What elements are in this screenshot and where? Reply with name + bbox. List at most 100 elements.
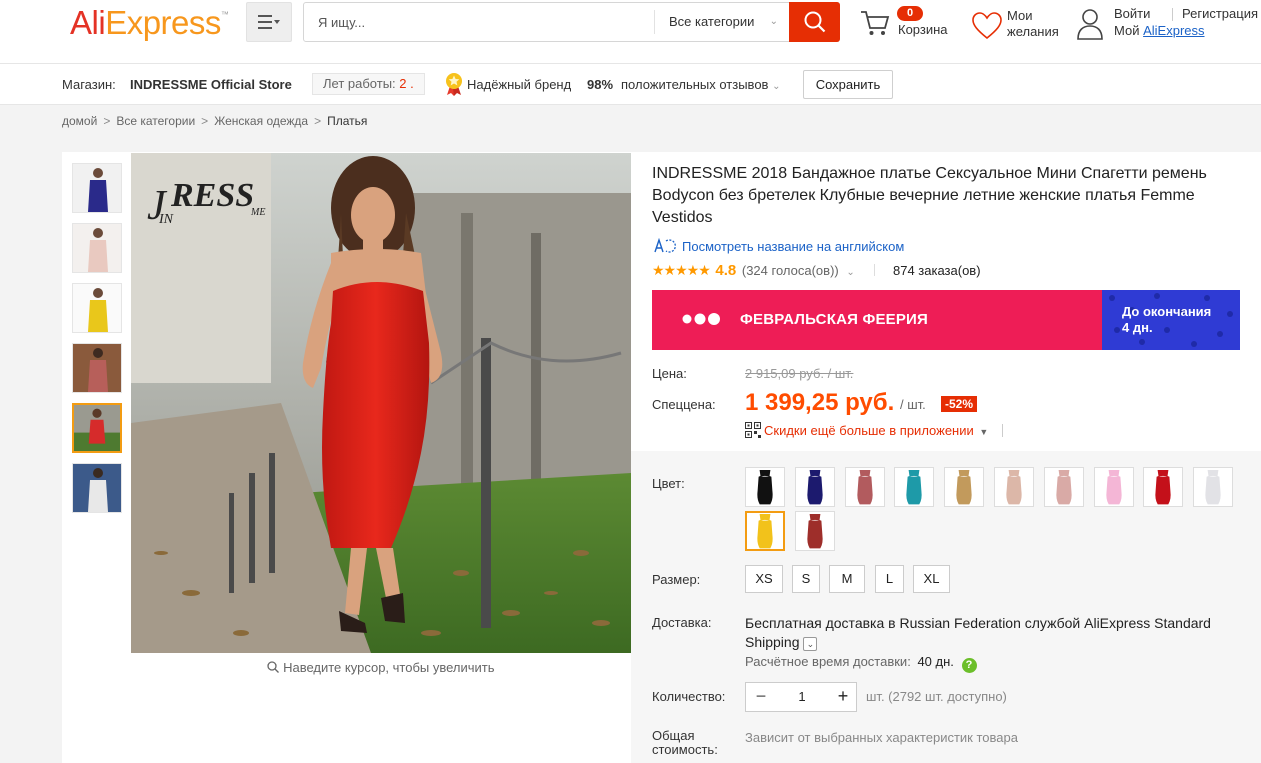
app-discount-link[interactable]: Скидки ещё больше в приложении ▼	[745, 422, 1003, 438]
breadcrumb-separator: >	[201, 114, 209, 128]
store-name-link[interactable]: INDRESSME Official Store	[130, 77, 292, 92]
size-option[interactable]: XL	[913, 565, 950, 593]
gallery-thumbnail[interactable]	[72, 283, 122, 333]
dress-swatch-icon	[1155, 469, 1172, 505]
size-option-label: M	[841, 571, 853, 586]
qr-code-icon	[745, 422, 761, 438]
breadcrumb-home[interactable]: домой	[62, 114, 97, 128]
rating-row: ★★★★★ 4.8 (324 голоса(ов)) ⌄ 874 заказа(…	[652, 262, 981, 280]
dress-swatch-icon	[956, 469, 972, 505]
logo-tm: ™	[220, 10, 229, 19]
color-swatch[interactable]	[894, 467, 935, 507]
total-cost-note: Зависит от выбранных характеристик товар…	[745, 730, 1018, 745]
color-swatch[interactable]	[844, 467, 885, 507]
quantity-input[interactable]: 1	[776, 683, 828, 711]
quantity-decrease-button[interactable]: −	[746, 683, 776, 711]
register-link[interactable]: Регистрация	[1182, 6, 1258, 21]
positive-feedback-dropdown[interactable]: положительных отзывов ⌄	[621, 77, 780, 92]
price-per-unit: / шт.	[900, 397, 926, 412]
rating-votes-link[interactable]: (324 голоса(ов))	[742, 263, 839, 278]
color-swatch[interactable]	[944, 467, 985, 507]
dress-swatch-icon	[807, 513, 823, 549]
cart-label: Корзина	[898, 22, 948, 37]
trusted-brand-label: Надёжный бренд	[467, 77, 572, 92]
app-discount-label: Скидки ещё больше в приложении	[764, 423, 974, 438]
heart-icon	[972, 12, 1002, 40]
color-swatch[interactable]	[1143, 467, 1184, 507]
thumbnail-image	[73, 164, 121, 212]
user-icon	[1077, 9, 1103, 40]
shipping-options-dropdown-icon[interactable]: ⌄	[803, 637, 818, 651]
rating-divider	[874, 264, 876, 276]
breadcrumb-womens-clothing[interactable]: Женская одежда	[214, 114, 308, 128]
my-aliexpress-link[interactable]: AliExpress	[1143, 23, 1204, 38]
gallery-thumbnail[interactable]	[72, 343, 122, 393]
aliexpress-logo[interactable]: AliExpress™	[70, 4, 229, 42]
color-swatch[interactable]	[745, 467, 785, 507]
gallery-thumbnail[interactable]	[72, 463, 122, 513]
quantity-stepper: − 1 +	[745, 682, 857, 712]
app-discount-divider	[1001, 424, 1003, 437]
color-swatch-selected[interactable]	[745, 511, 785, 551]
color-swatch[interactable]	[1093, 467, 1134, 507]
zoom-hint: Наведите курсор, чтобы увеличить	[131, 660, 631, 675]
color-label: Цвет:	[652, 476, 685, 491]
store-bar: Магазин: INDRESSME Official Store Лет ра…	[0, 65, 1261, 105]
size-option-label: S	[801, 571, 811, 586]
promo-banner[interactable]: ФЕВРАЛЬСКАЯ ФЕЕРИЯ До окончания 4 дн.	[652, 290, 1240, 350]
translate-title-label: Посмотреть название на английском	[682, 239, 905, 254]
rating-stars-icon: ★★★★★	[652, 262, 711, 278]
gallery-thumbnail[interactable]	[72, 163, 122, 213]
breadcrumb-current: Платья	[327, 114, 368, 128]
brand-watermark-text: RESS	[170, 177, 254, 214]
categories-menu-button[interactable]	[246, 2, 292, 42]
dress-swatch-icon	[1105, 469, 1122, 505]
total-cost-label: Общая стоимость:	[652, 729, 718, 757]
help-icon[interactable]: ?	[961, 658, 977, 673]
svg-text:IN: IN	[158, 212, 174, 227]
color-swatch[interactable]	[794, 511, 835, 551]
color-swatch[interactable]	[1193, 467, 1234, 507]
product-main-image[interactable]: RESS J IN ME	[131, 153, 631, 653]
thumbnail-image	[73, 464, 121, 512]
size-option[interactable]: M	[829, 565, 865, 593]
thumbnail-image	[73, 344, 121, 392]
my-aliexpress-prefix: Мой	[1114, 23, 1140, 38]
color-swatch[interactable]	[794, 467, 835, 507]
quantity-increase-button[interactable]: +	[828, 683, 858, 711]
orders-count: 874 заказа(ов)	[893, 263, 981, 278]
breadcrumb-bar: домой > Все категории > Женская одежда > Плать…	[0, 105, 1261, 137]
dress-swatch-icon	[757, 513, 773, 549]
size-option[interactable]: L	[875, 565, 904, 593]
wishlist-link[interactable]: Мои желания	[972, 6, 1072, 42]
save-store-button[interactable]: Сохранить	[803, 70, 893, 99]
gallery-thumbnail-active[interactable]	[72, 403, 122, 453]
gallery-thumbnail[interactable]	[72, 223, 122, 273]
trusted-brand-medal-icon	[446, 73, 462, 96]
zoom-hint-text: Наведите курсор, чтобы увеличить	[283, 660, 495, 675]
delivery-time-label: Расчётное время доставки:	[745, 654, 911, 669]
color-swatch[interactable]	[1043, 467, 1084, 507]
breadcrumb-all-categories[interactable]: Все категории	[116, 114, 195, 128]
cart-link[interactable]: 0 Корзина	[860, 6, 960, 42]
size-option[interactable]: XS	[745, 565, 783, 593]
promo-banner-title: ФЕВРАЛЬСКАЯ ФЕЕРИЯ	[740, 311, 929, 328]
category-select[interactable]: Все категории ⌄	[654, 10, 790, 34]
dress-swatch-icon	[807, 469, 823, 505]
size-option[interactable]: S	[792, 565, 820, 593]
account-area: Войти Регистрация Мой AliExpress	[1076, 4, 1261, 44]
my-aliexpress: Мой AliExpress	[1114, 23, 1205, 38]
account-divider	[1172, 8, 1173, 21]
login-link[interactable]: Войти	[1114, 6, 1150, 21]
search-button[interactable]	[789, 2, 840, 42]
hamburger-icon	[258, 15, 280, 29]
color-swatch[interactable]	[994, 467, 1034, 507]
search-input[interactable]	[304, 3, 654, 41]
promo-dots-icon	[682, 313, 720, 325]
store-years-value: 2 .	[399, 76, 414, 91]
dress-swatch-icon	[757, 469, 773, 505]
sale-price: 1 399,25 руб.	[745, 389, 895, 416]
store-years-label: Лет работы:	[323, 76, 396, 91]
dress-swatch-icon	[856, 469, 873, 505]
translate-title-link[interactable]: Посмотреть название на английском	[652, 237, 905, 254]
